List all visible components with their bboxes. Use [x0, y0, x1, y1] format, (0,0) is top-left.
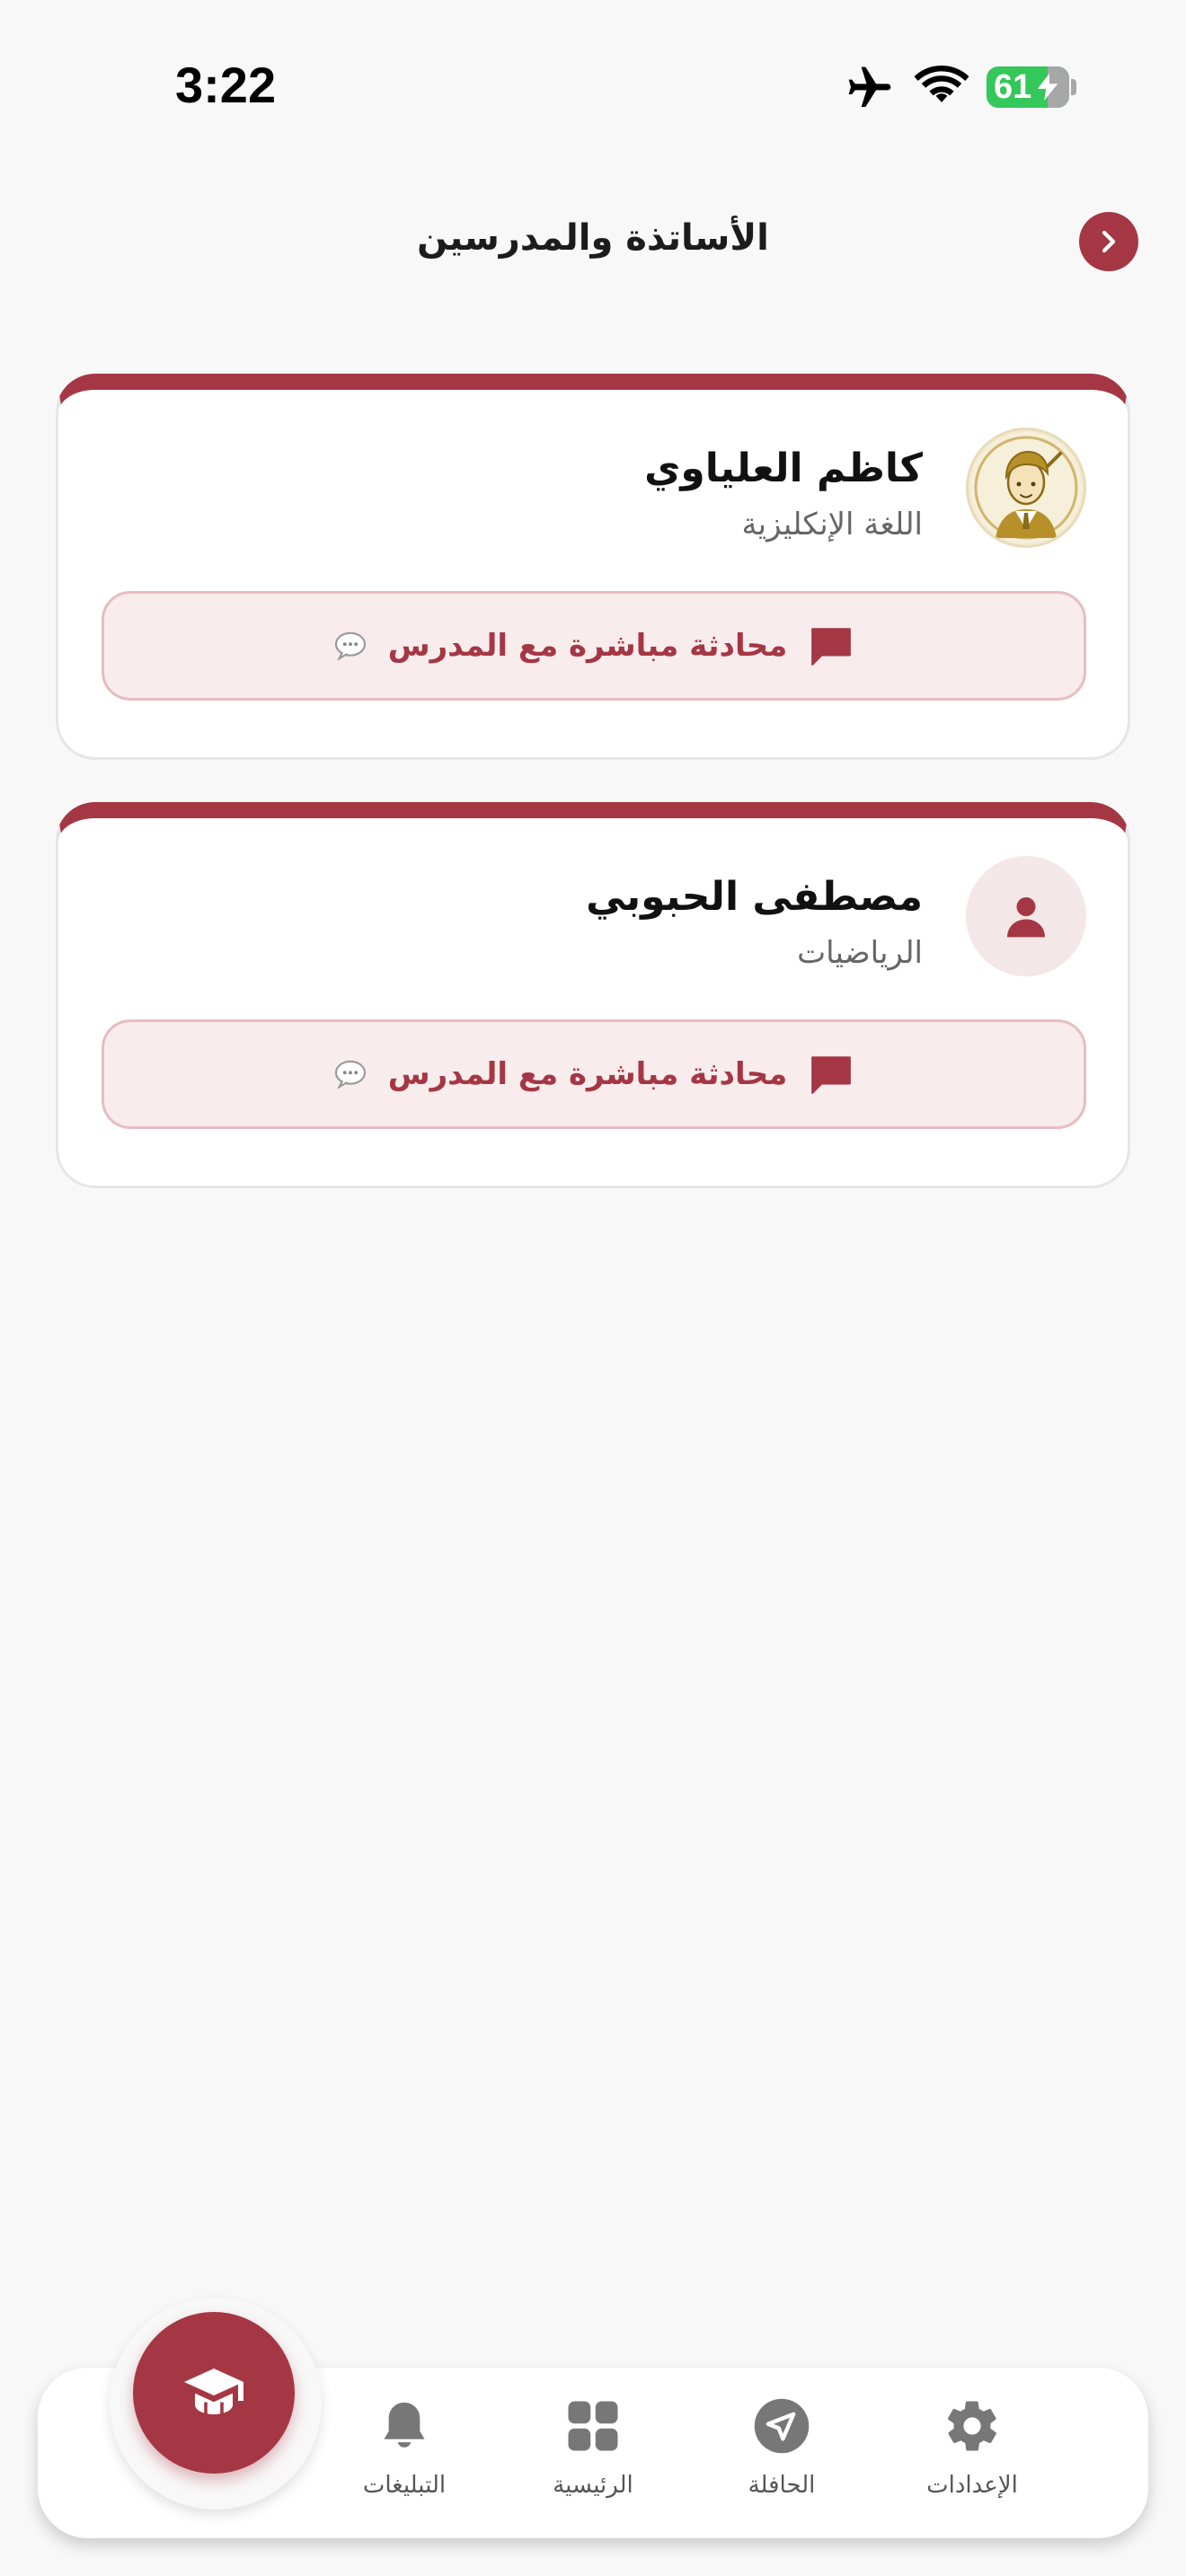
- back-button[interactable]: [1079, 212, 1138, 271]
- teacher-subject: اللغة الإنكليزية: [741, 507, 923, 543]
- teacher-card: مصطفى الحبوبي الرياضيات محادثة مباشرة مع…: [56, 802, 1130, 1188]
- status-bar: 3:22 61: [0, 0, 1186, 171]
- chat-button-label: محادثة مباشرة مع المدرس: [387, 628, 788, 664]
- teacher-name: كاظم العلياوي: [644, 446, 923, 491]
- battery-percent: 61: [994, 68, 1032, 106]
- navigation-arrow-icon: [754, 2398, 810, 2454]
- gear-icon: [947, 2401, 996, 2451]
- chat-bubble-icon: [811, 628, 852, 666]
- teacher-avatar: [966, 856, 1086, 976]
- nav-item-settings[interactable]: الإعدادات: [882, 2396, 1062, 2513]
- grid-icon: [568, 2401, 618, 2451]
- wifi-icon: [915, 66, 969, 102]
- chat-bubble-icon: [811, 1056, 852, 1094]
- chevron-right-icon: [1102, 230, 1116, 253]
- chat-with-teacher-button[interactable]: محادثة مباشرة مع المدرس: [102, 1019, 1086, 1129]
- teacher-subject: الرياضيات: [797, 935, 923, 971]
- nav-label: التبليغات: [362, 2472, 447, 2499]
- nav-label: الحافلة: [748, 2472, 816, 2499]
- nav-label: الرئيسية: [553, 2472, 633, 2499]
- person-placeholder-icon: [1007, 897, 1045, 938]
- graduation-cap-icon: [184, 2369, 243, 2414]
- teacher-card: كاظم العلياوي اللغة الإنكليزية محادثة مب…: [56, 374, 1130, 760]
- bell-icon: [384, 2402, 425, 2448]
- teacher-name: مصطفى الحبوبي: [586, 874, 923, 920]
- status-time: 3:22: [175, 57, 277, 113]
- teachers-screen: 3:22 61 الأساتذة والمدرسين كاظم العلياوي…: [0, 0, 1186, 2576]
- speech-bubble-icon: [334, 631, 366, 660]
- nav-item-home[interactable]: الرئيسية: [503, 2396, 683, 2513]
- nav-item-bus[interactable]: الحافلة: [692, 2396, 872, 2513]
- teacher-illustration: [970, 432, 1082, 543]
- battery-tip: [1071, 79, 1076, 95]
- chat-with-teacher-button[interactable]: محادثة مباشرة مع المدرس: [102, 591, 1086, 701]
- page-title: الأساتذة والمدرسين: [417, 217, 769, 259]
- airplane-icon: [848, 66, 891, 107]
- speech-bubble-icon: [334, 1060, 366, 1089]
- chat-button-label: محادثة مباشرة مع المدرس: [387, 1056, 788, 1092]
- teacher-avatar: [966, 428, 1086, 548]
- nav-label: الإعدادات: [926, 2472, 1018, 2499]
- battery-charging-icon: 61: [987, 66, 1069, 108]
- teachers-fab-button[interactable]: [133, 2312, 295, 2474]
- nav-item-notifications[interactable]: التبليغات: [314, 2396, 494, 2513]
